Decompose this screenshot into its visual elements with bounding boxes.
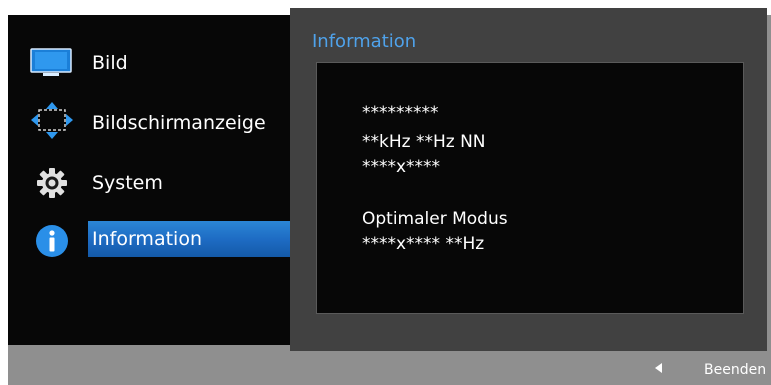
menu-item-information[interactable]: Information — [8, 221, 290, 257]
menu-item-bild[interactable]: Bild — [8, 47, 290, 83]
osd-menu: Bild Bildschirmanzeige System Informatio… — [8, 15, 290, 345]
info-line-resolution: ****x**** — [362, 157, 441, 177]
info-line-optimal-mode-value: ****x**** **Hz — [362, 234, 485, 254]
menu-item-label: Bildschirmanzeige — [92, 112, 266, 134]
menu-item-label: Information — [88, 221, 290, 257]
triangle-left-icon — [655, 363, 662, 373]
monitor-icon — [30, 48, 72, 76]
info-line-model: ********* — [362, 103, 439, 123]
menu-item-bildschirmanzeige[interactable]: Bildschirmanzeige — [8, 102, 290, 143]
menu-item-system[interactable]: System — [8, 167, 290, 203]
info-line-optimal-mode-heading: Optimaler Modus — [362, 209, 508, 229]
info-panel-title: Information — [312, 31, 417, 52]
gear-icon — [37, 168, 67, 198]
menu-item-label: System — [92, 172, 163, 194]
info-content-box — [316, 62, 744, 314]
menu-item-label: Bild — [92, 52, 128, 74]
info-line-frequency: **kHz **Hz NN — [362, 132, 486, 152]
exit-button[interactable]: Beenden — [704, 361, 766, 379]
info-icon — [36, 225, 68, 257]
move-arrows-icon — [31, 102, 73, 139]
